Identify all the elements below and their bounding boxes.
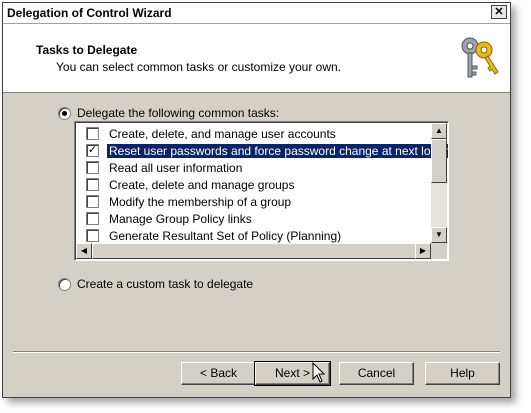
task-list-item[interactable]: Manage Group Policy links [76,210,432,227]
button-separator [13,351,500,353]
task-label: Manage Group Policy links [109,211,252,226]
scroll-corner [431,243,447,259]
scroll-up-button[interactable]: ▲ [431,123,447,139]
tasks-list: Create, delete, and manage user accounts… [76,125,448,244]
task-checkbox[interactable] [86,161,99,174]
task-checkbox[interactable]: ✓ [86,144,99,157]
keys-icon [461,37,499,78]
scroll-left-button[interactable]: ◀ [76,243,92,259]
task-label: Create, delete, and manage user accounts [109,126,336,141]
common-tasks-option[interactable]: Delegate the following common tasks: [58,106,279,120]
help-button[interactable]: Help [425,362,500,385]
page-title: Tasks to Delegate [36,43,138,57]
task-list-item[interactable]: Generate Resultant Set of Policy (Planni… [76,227,432,244]
custom-task-option[interactable]: Create a custom task to delegate [58,277,253,291]
task-checkbox[interactable] [86,127,99,140]
wizard-dialog: Delegation of Control Wizard ✕ Tasks to … [2,2,511,398]
common-tasks-radio[interactable] [58,106,71,120]
title-bar[interactable]: Delegation of Control Wizard ✕ [3,3,510,24]
task-checkbox[interactable] [86,229,99,242]
task-label: Create, delete and manage groups [109,177,295,192]
vertical-scroll-thumb[interactable] [431,139,447,183]
scroll-right-button[interactable]: ▶ [415,243,431,259]
task-list-item[interactable]: Modify the membership of a group [76,193,432,210]
task-list-item[interactable]: Read all user information [76,159,432,176]
custom-task-label: Create a custom task to delegate [77,277,254,291]
custom-task-radio[interactable] [58,277,71,291]
cancel-button[interactable]: Cancel [339,362,414,385]
window-title: Delegation of Control Wizard [7,6,172,20]
task-label: Modify the membership of a group [109,194,292,209]
page-subtitle: You can select common tasks or customize… [56,60,342,74]
task-checkbox[interactable] [86,212,99,225]
task-list-item[interactable]: Create, delete and manage groups [76,176,432,193]
close-button[interactable]: ✕ [491,5,507,19]
task-checkbox[interactable] [86,178,99,191]
task-label: Reset user passwords and force password … [107,143,448,158]
task-label: Generate Resultant Set of Policy (Planni… [109,228,342,243]
vertical-scrollbar[interactable]: ▲ ▼ [431,123,447,243]
back-button[interactable]: < Back [181,362,256,385]
horizontal-scroll-thumb[interactable] [92,243,418,259]
wizard-header: Tasks to Delegate You can select common … [3,24,510,93]
task-checkbox[interactable] [86,195,99,208]
horizontal-scrollbar[interactable]: ◀ ▶ [76,243,431,259]
task-label: Read all user information [109,160,243,175]
task-list-item[interactable]: Create, delete, and manage user accounts [76,125,432,142]
common-tasks-label: Delegate the following common tasks: [77,106,280,120]
tasks-listbox[interactable]: Create, delete, and manage user accounts… [74,121,449,261]
scroll-down-button[interactable]: ▼ [431,227,447,243]
task-list-item[interactable]: ✓ Reset user passwords and force password… [76,142,448,159]
mouse-pointer-icon [312,362,326,383]
